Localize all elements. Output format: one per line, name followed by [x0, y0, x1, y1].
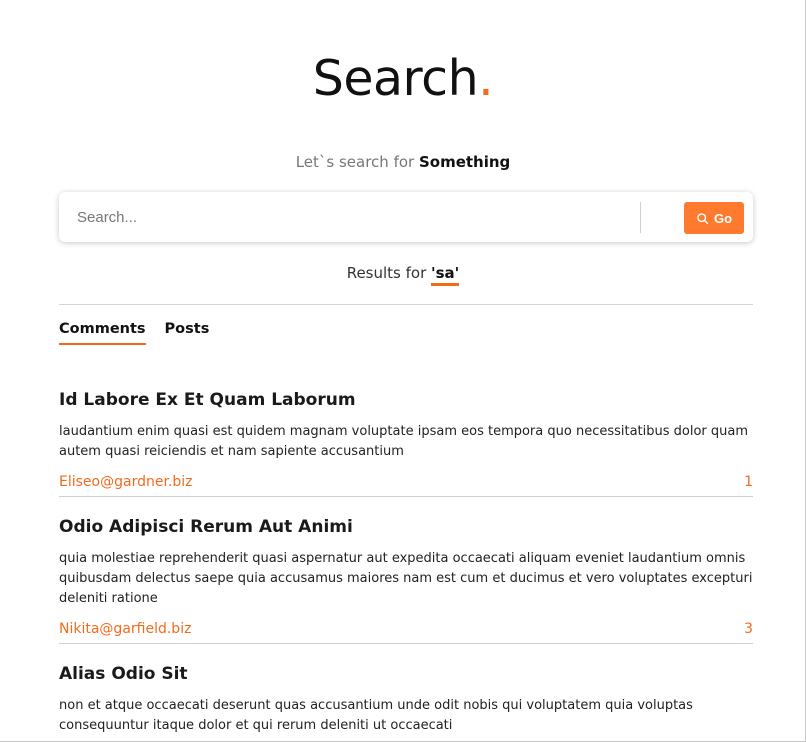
search-page: Search. Let`s search for Something Go Re… [0, 0, 806, 742]
comment-body: laudantium enim quasi est quidem magnam … [59, 424, 749, 459]
comment-item: Id Labore Ex Et Quam Laborum laudantium … [59, 390, 753, 497]
results-query: 'sa' [431, 264, 460, 286]
page-title: Search. [0, 50, 805, 107]
comment-count: 3 [744, 621, 753, 637]
comment-title: Odio Adipisci Rerum Aut Animi [59, 517, 353, 537]
results-prefix: Results for [346, 264, 432, 282]
search-input[interactable] [77, 202, 617, 232]
search-box: Go [59, 192, 753, 242]
comment-title: Alias Odio Sit [59, 664, 188, 684]
page-title-text: Search [312, 50, 479, 107]
comment-email-link[interactable]: Eliseo@gardner.biz [59, 474, 193, 490]
comment-meta: Nikita@garfield.biz 3 [59, 621, 753, 637]
comment-title: Id Labore Ex Et Quam Laborum [59, 390, 356, 410]
search-divider [640, 202, 641, 233]
subtitle-prefix: Let`s search for [295, 153, 419, 171]
results-divider [59, 304, 753, 305]
comment-item: Odio Adipisci Rerum Aut Animi quia moles… [59, 517, 753, 644]
comment-count: 1 [744, 474, 753, 490]
result-tabs: Comments Posts [59, 321, 209, 345]
subtitle-emphasis: Something [418, 153, 511, 171]
comment-email-link[interactable]: Nikita@garfield.biz [59, 621, 191, 637]
go-button-label: Go [713, 210, 733, 226]
comment-item: Alias Odio Sit non et atque occaecati de… [59, 664, 753, 741]
comment-meta: Eliseo@gardner.biz 1 [59, 474, 753, 490]
search-icon [697, 212, 709, 224]
comment-body: non et atque occaecati deserunt quas acc… [59, 698, 693, 733]
comment-body: quia molestiae reprehenderit quasi asper… [59, 551, 753, 606]
tab-comments[interactable]: Comments [59, 321, 146, 345]
results-header: Results for 'sa' [0, 264, 805, 286]
tab-posts[interactable]: Posts [165, 321, 210, 345]
page-title-dot: . [478, 50, 494, 107]
page-subtitle: Let`s search for Something [0, 153, 805, 171]
comment-list: Id Labore Ex Et Quam Laborum laudantium … [59, 390, 753, 741]
go-button[interactable]: Go [684, 202, 744, 234]
